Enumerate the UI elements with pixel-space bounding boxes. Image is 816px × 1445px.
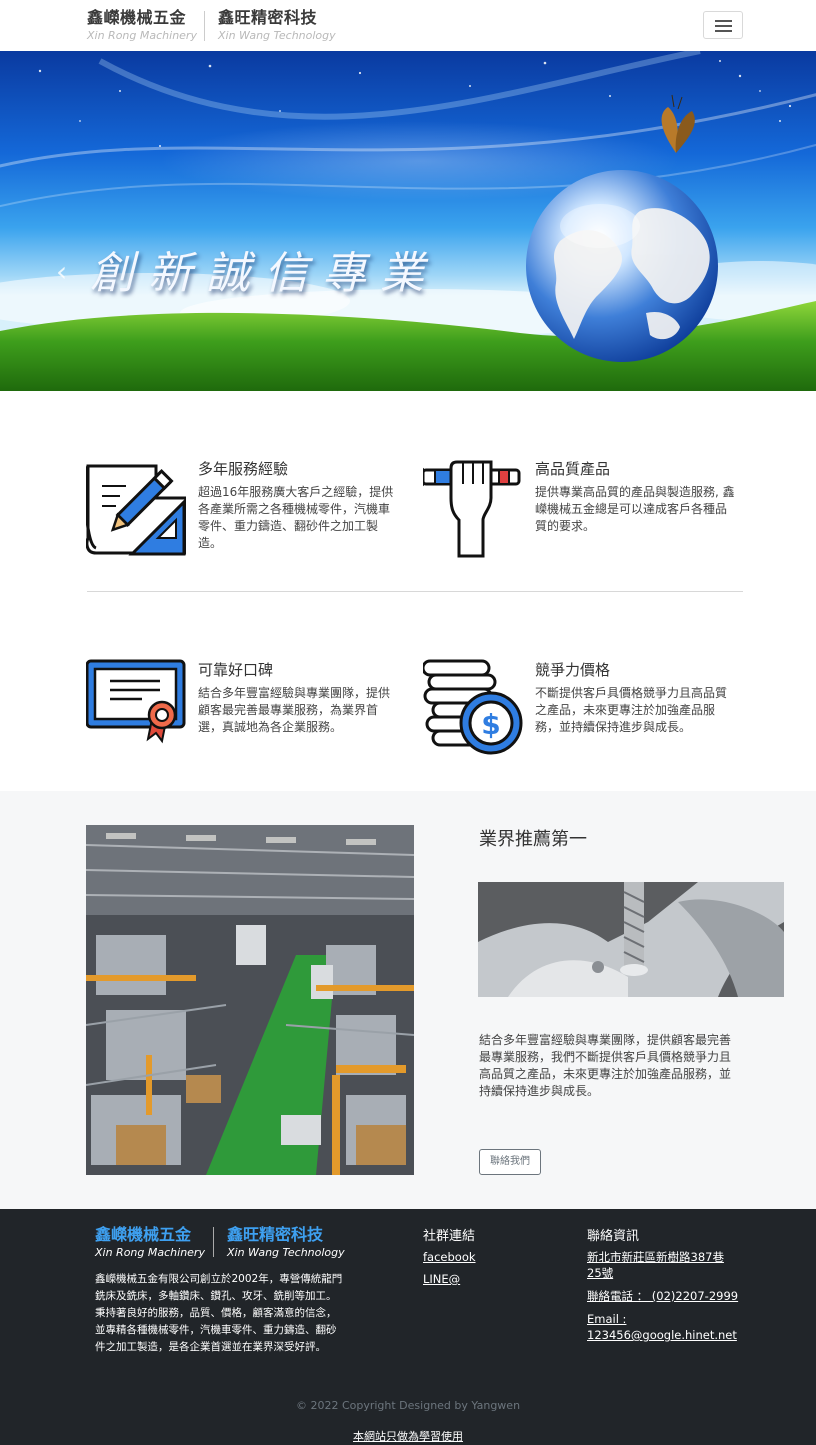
footer-brand-en: Xin Rong Machinery — [95, 1246, 205, 1259]
feature-title: 高品質產品 — [535, 460, 611, 478]
factory-photo — [86, 825, 414, 1175]
feature-text: 結合多年豐富經驗與專業團隊，提供顧客最完善最專業服務，為業界首選，真誠地為各企業… — [198, 686, 391, 734]
feature-title: 競爭力價格 — [535, 661, 611, 679]
phone-link[interactable]: 聯絡電話 ： (02)2207-2999 — [587, 1288, 738, 1304]
coins-dollar-icon: $ — [421, 659, 523, 759]
feature-price: $ 競爭力價格 不斷提供客戶具價格競爭力且高品質之產品，未來更專注於加強產品服務… — [421, 659, 743, 769]
feature-text: 不斷提供客戶具價格競爭力且高品質之產品，未來更專注於加強產品服務，並持續保持進步… — [535, 686, 728, 734]
learning-notice-link[interactable]: 本網站只做為學習使用 — [0, 1428, 816, 1444]
svg-text:$: $ — [481, 708, 500, 741]
recommend-text: 結合多年豐富經驗與專業團隊，提供顧客最完善最專業服務，我們不斷提供客戶具價格競爭… — [479, 1033, 732, 1098]
footer-brand-zh: 鑫嶸機械五金 — [95, 1225, 192, 1244]
facebook-link[interactable]: facebook — [423, 1249, 476, 1265]
social-heading: 社群連結 — [423, 1229, 476, 1244]
footer-brand-xin-wang: 鑫旺精密科技 Xin Wang Technology — [227, 1225, 345, 1261]
navbar: 鑫嶸機械五金 Xin Rong Machinery 鑫旺精密科技 Xin Wan… — [0, 0, 816, 51]
hero-title: 創新誠信專業 — [90, 248, 438, 299]
recommend-section: 業界推薦第一 結合多年豐富經驗與專業團隊，提供顧客最完善最專業服務，我們不斷提供… — [0, 791, 816, 1209]
brand-xin-rong[interactable]: 鑫嶸機械五金 Xin Rong Machinery — [87, 8, 197, 44]
footer-description: 鑫嶸機械五金有限公司創立於2002年，專營傳統龍門銑床及銑床，多軸鑽床、鑽孔、攻… — [95, 1273, 343, 1353]
brand-name-zh: 鑫旺精密科技 — [218, 8, 318, 27]
footer: 鑫嶸機械五金 Xin Rong Machinery 鑫旺精密科技 Xin Wan… — [0, 1209, 816, 1445]
footer-brand-en: Xin Wang Technology — [227, 1246, 345, 1259]
brand-xin-wang[interactable]: 鑫旺精密科技 Xin Wang Technology — [218, 8, 336, 44]
line-link[interactable]: LINE@ — [423, 1271, 460, 1287]
hero-background — [0, 51, 816, 391]
feature-experience: 多年服務經驗 超過16年服務廣大客戶之經驗，提供各產業所需之各種機械零件，汽機車… — [84, 458, 406, 568]
brand-name-en: Xin Wang Technology — [218, 29, 336, 42]
feature-text: 提供專業高品質的產品與製造服務, 鑫嶸機械五金總是可以達成客戶各種品質的要求。 — [535, 485, 735, 533]
contact-heading: 聯絡資訊 — [587, 1229, 640, 1244]
footer-brand-xin-rong: 鑫嶸機械五金 Xin Rong Machinery — [95, 1225, 205, 1261]
recommend-title: 業界推薦第一 — [479, 829, 587, 850]
address-link[interactable]: 新北市新莊區新樹路387巷25號 — [587, 1249, 737, 1281]
blueprint-pencil-icon — [84, 458, 188, 558]
brand-name-zh: 鑫嶸機械五金 — [87, 8, 187, 27]
copyright: © 2022 Copyright Designed by Yangwen — [295, 1399, 521, 1412]
certificate-icon — [85, 659, 186, 759]
feature-title: 多年服務經驗 — [198, 460, 289, 478]
feature-divider — [87, 591, 743, 592]
footer-brand-zh: 鑫旺精密科技 — [227, 1225, 324, 1244]
feature-text: 超過16年服務廣大客戶之經驗，提供各產業所需之各種機械零件，汽機車零件、重力鑄造… — [198, 485, 394, 550]
brand-name-en: Xin Rong Machinery — [87, 29, 197, 42]
hand-holding-pencil-icon — [413, 458, 523, 558]
hamburger-menu-icon[interactable] — [703, 11, 743, 39]
chevron-left-icon[interactable]: ‹ — [56, 255, 67, 288]
feature-quality: 高品質產品 提供專業高品質的產品與製造服務, 鑫嶸機械五金總是可以達成客戶各種品… — [413, 458, 743, 568]
contact-us-button[interactable]: 聯絡我們 — [479, 1149, 541, 1175]
hero-carousel: ‹ 創新誠信專業 — [0, 51, 816, 391]
feature-title: 可靠好口碑 — [198, 661, 274, 679]
footer-brand-divider — [213, 1227, 214, 1257]
email-link[interactable]: Email : 123456@google.hinet.net — [587, 1311, 737, 1343]
feature-reputation: 可靠好口碑 結合多年豐富經驗與專業團隊，提供顧客最完善最專業服務，為業界首選，真… — [85, 659, 406, 769]
brand-divider — [204, 11, 205, 41]
drilling-photo — [478, 882, 784, 997]
